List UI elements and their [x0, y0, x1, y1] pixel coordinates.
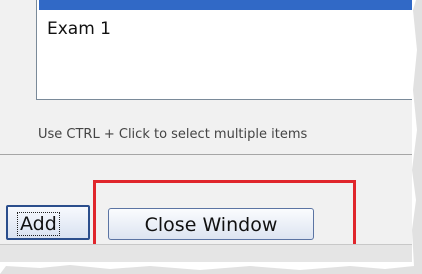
multi-select-hint: Use CTRL + Click to select multiple item… — [38, 127, 308, 142]
bottom-bar — [0, 244, 412, 262]
list-item-exam[interactable]: Exam 1 — [47, 19, 111, 39]
dialog-panel: Exam 1 Use CTRL + Click to select multip… — [0, 0, 412, 262]
selected-list-item[interactable] — [39, 0, 412, 10]
add-button[interactable]: Add — [6, 205, 90, 240]
separator-line — [0, 154, 412, 155]
exam-listbox[interactable]: Exam 1 — [36, 0, 412, 100]
add-button-label: Add — [17, 212, 60, 236]
